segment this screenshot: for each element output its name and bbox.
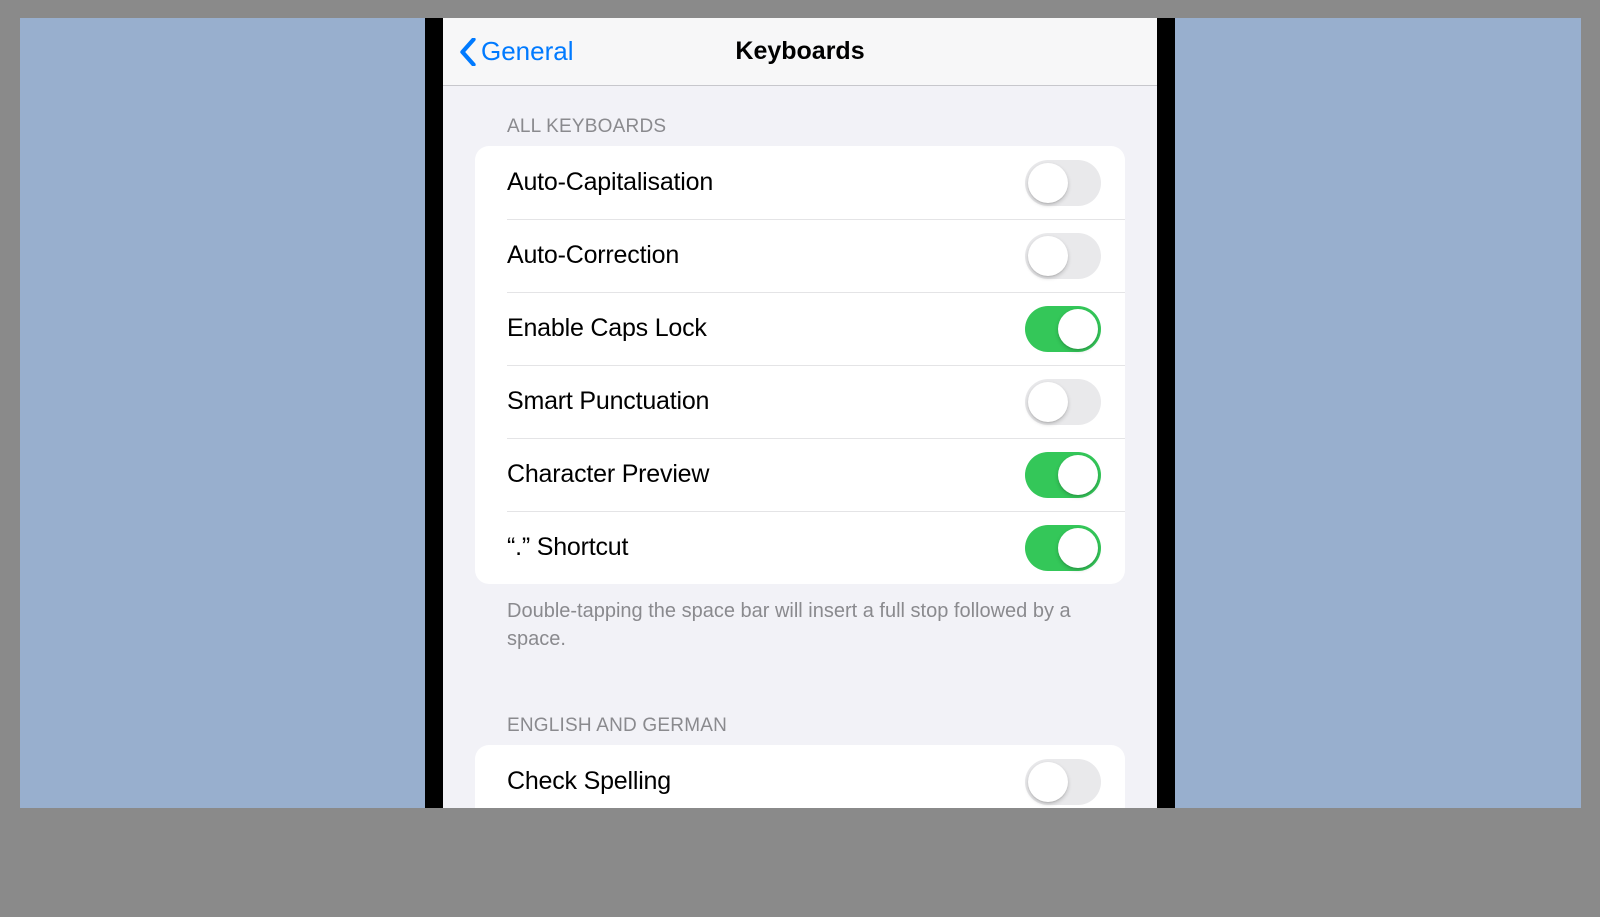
row-auto-correction: Auto-Correction — [475, 219, 1125, 292]
toggle-knob — [1028, 762, 1068, 802]
navigation-bar: General Keyboards — [443, 18, 1157, 86]
row-enable-caps-lock: Enable Caps Lock — [475, 292, 1125, 365]
row-label: Check Spelling — [507, 767, 671, 796]
row-label: Character Preview — [507, 460, 709, 489]
toggle-knob — [1028, 382, 1068, 422]
content-area: ALL KEYBOARDS Auto-Capitalisation Auto-C… — [443, 86, 1157, 808]
row-label: “.” Shortcut — [507, 533, 628, 562]
back-label: General — [481, 36, 574, 67]
section-footer-all-keyboards: Double-tapping the space bar will insert… — [507, 598, 1093, 653]
toggle-character-preview[interactable] — [1025, 452, 1101, 498]
toggle-knob — [1058, 528, 1098, 568]
row-check-spelling: Check Spelling — [475, 745, 1125, 808]
group-lang: Check Spelling — [475, 745, 1125, 808]
settings-screen: General Keyboards ALL KEYBOARDS Auto-Cap… — [443, 18, 1157, 808]
toggle-smart-punctuation[interactable] — [1025, 379, 1101, 425]
toggle-knob — [1028, 163, 1068, 203]
row-label: Auto-Capitalisation — [507, 168, 713, 197]
section-header-lang: ENGLISH AND GERMAN — [507, 715, 1125, 737]
toggle-enable-caps-lock[interactable] — [1025, 306, 1101, 352]
chevron-left-icon — [459, 38, 477, 66]
row-label: Auto-Correction — [507, 241, 679, 270]
row-auto-capitalisation: Auto-Capitalisation — [475, 146, 1125, 219]
toggle-knob — [1058, 455, 1098, 495]
row-label: Enable Caps Lock — [507, 314, 707, 343]
toggle-auto-capitalisation[interactable] — [1025, 160, 1101, 206]
toggle-knob — [1028, 236, 1068, 276]
section-header-all-keyboards: ALL KEYBOARDS — [507, 116, 1125, 138]
page-title: Keyboards — [735, 37, 864, 66]
page-background: General Keyboards ALL KEYBOARDS Auto-Cap… — [20, 18, 1581, 808]
row-smart-punctuation: Smart Punctuation — [475, 365, 1125, 438]
phone-frame: General Keyboards ALL KEYBOARDS Auto-Cap… — [425, 18, 1175, 808]
toggle-auto-correction[interactable] — [1025, 233, 1101, 279]
row-character-preview: Character Preview — [475, 438, 1125, 511]
toggle-knob — [1058, 309, 1098, 349]
toggle-check-spelling[interactable] — [1025, 759, 1101, 805]
back-button[interactable]: General — [459, 36, 574, 67]
toggle-dot-shortcut[interactable] — [1025, 525, 1101, 571]
row-dot-shortcut: “.” Shortcut — [475, 511, 1125, 584]
spacer — [475, 653, 1125, 685]
group-all-keyboards: Auto-Capitalisation Auto-Correction Enab… — [475, 146, 1125, 584]
row-label: Smart Punctuation — [507, 387, 709, 416]
